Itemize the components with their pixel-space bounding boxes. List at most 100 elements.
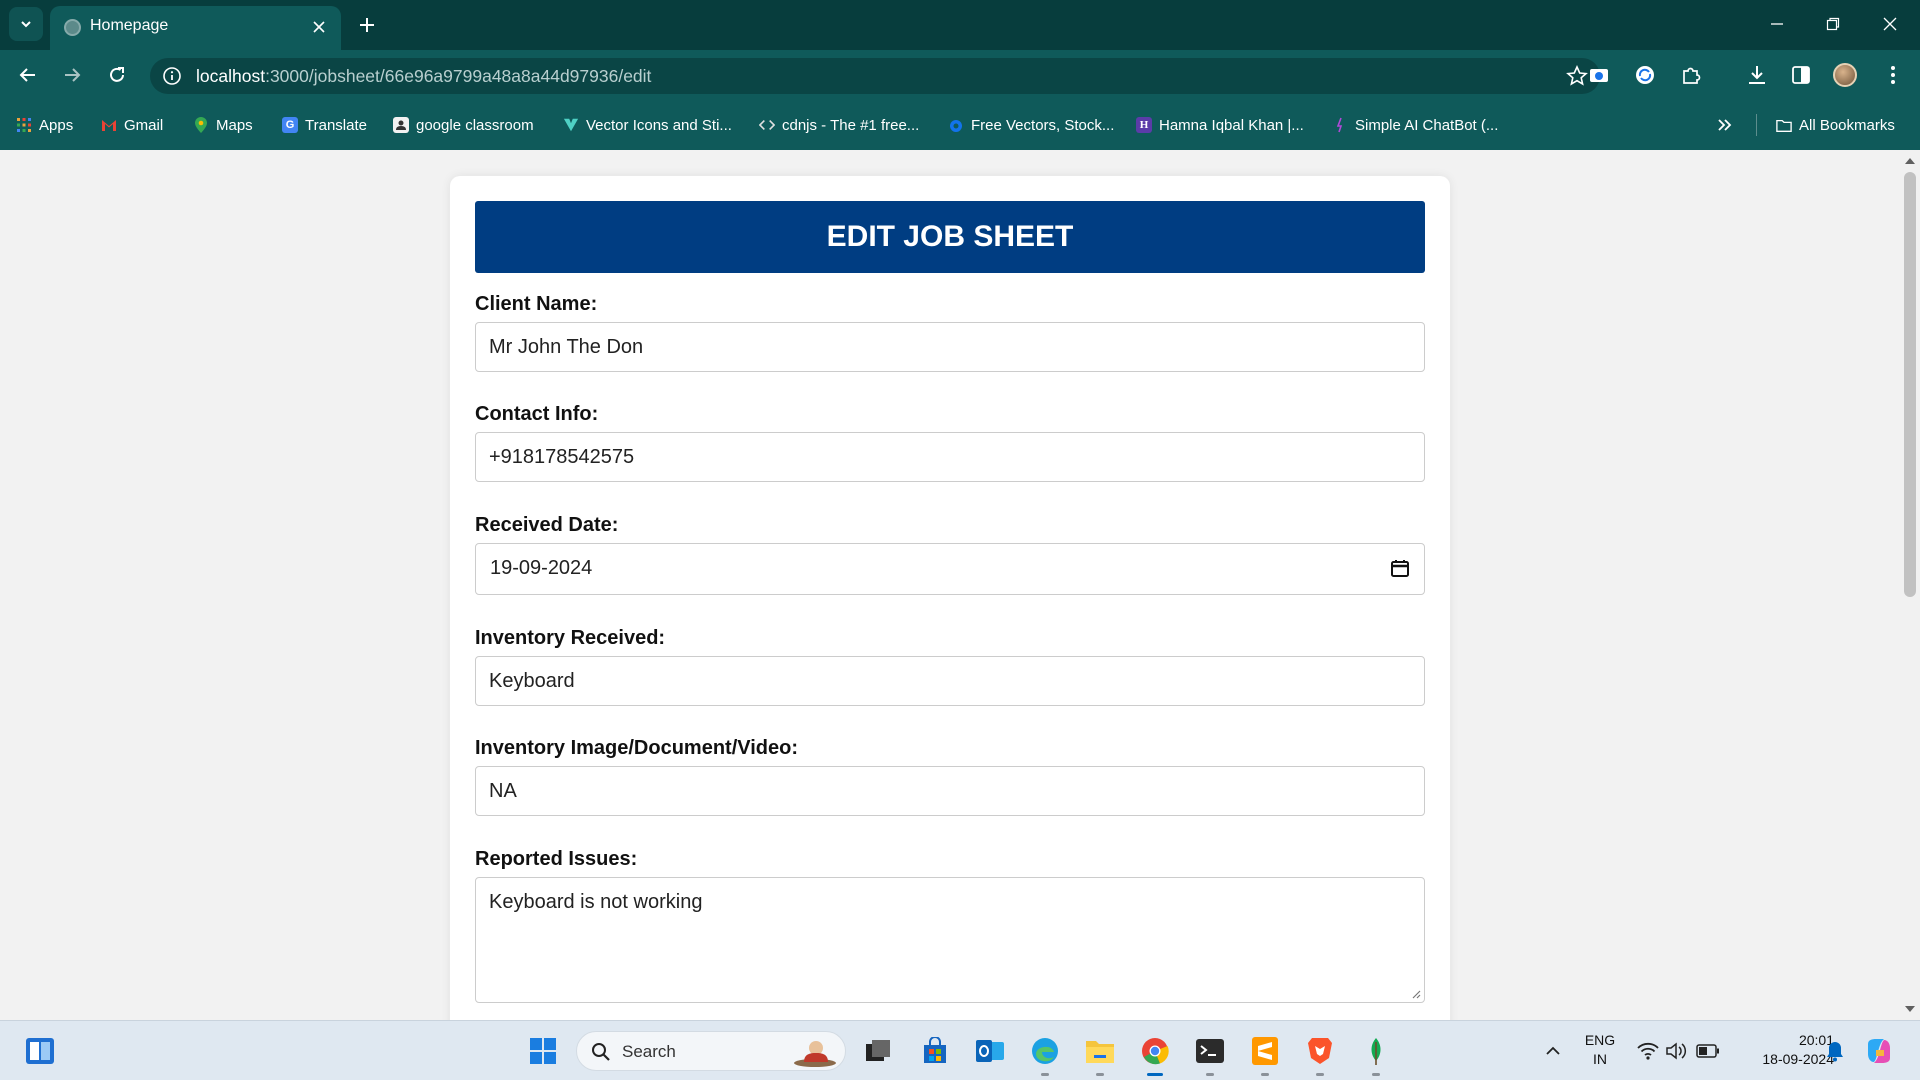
bookmark-label: Free Vectors, Stock... xyxy=(971,116,1115,134)
resize-grip-icon[interactable] xyxy=(1411,989,1421,999)
widgets-button[interactable] xyxy=(24,1035,56,1067)
bookmark-label: google classroom xyxy=(416,116,534,134)
clock-time: 20:01 xyxy=(1798,1032,1834,1048)
reload-button[interactable] xyxy=(100,58,134,92)
inventory-media-label: Inventory Image/Document/Video: xyxy=(475,737,799,759)
vector-icons-icon xyxy=(563,117,579,133)
chevron-down-icon xyxy=(21,21,31,28)
folder-icon xyxy=(1086,1041,1114,1063)
notifications-bell-icon[interactable] xyxy=(1819,1035,1851,1067)
restore-icon xyxy=(1826,17,1840,31)
taskbar-microsoft-store[interactable] xyxy=(919,1035,951,1067)
all-bookmarks-label: All Bookmarks xyxy=(1799,116,1895,134)
double-chevron-right-icon xyxy=(1718,119,1732,131)
taskbar-outlook[interactable] xyxy=(974,1035,1006,1067)
taskbar-sublime-text[interactable] xyxy=(1249,1035,1281,1076)
taskbar-brave[interactable] xyxy=(1304,1035,1336,1076)
calendar-icon[interactable] xyxy=(1390,558,1410,578)
apps-grid-icon xyxy=(16,117,32,133)
reported-issues-textarea[interactable]: Keyboard is not working xyxy=(475,877,1425,1003)
plus-icon xyxy=(360,18,374,32)
taskbar-search-box[interactable]: Search xyxy=(576,1031,846,1071)
taskbar-edge[interactable] xyxy=(1029,1035,1061,1076)
page-scrollbar[interactable] xyxy=(1900,150,1920,1020)
clock-date: 18-09-2024 xyxy=(1762,1051,1834,1067)
taskbar-mongodb-compass[interactable] xyxy=(1360,1035,1392,1076)
inventory-received-value: Keyboard xyxy=(489,670,575,692)
minimize-button[interactable] xyxy=(1759,6,1795,42)
screen-capture-extension-icon[interactable] xyxy=(1584,60,1614,90)
bookmark-free-vectors[interactable]: Free Vectors, Stock... xyxy=(948,115,1114,135)
battery-icon[interactable] xyxy=(1692,1035,1724,1067)
input-language-indicator[interactable]: ENG IN xyxy=(1582,1031,1618,1069)
start-button[interactable] xyxy=(527,1035,559,1067)
taskbar-search-label: Search xyxy=(622,1042,676,1061)
site-info-icon[interactable] xyxy=(162,66,182,86)
running-indicator xyxy=(1261,1073,1269,1076)
bookmark-label: Hamna Iqbal Khan |... xyxy=(1159,116,1304,134)
kebab-menu-icon[interactable] xyxy=(1878,60,1908,90)
new-tab-button[interactable] xyxy=(352,10,382,40)
received-date-input[interactable]: 19-09-2024 xyxy=(475,543,1425,595)
search-highlight-icon xyxy=(794,1041,836,1067)
reported-issues-label: Reported Issues: xyxy=(475,848,638,870)
bookmark-hamna-iqbal-khan[interactable]: H Hamna Iqbal Khan |... xyxy=(1136,115,1304,135)
task-view-button[interactable] xyxy=(862,1035,894,1067)
show-hidden-icons-button[interactable] xyxy=(1537,1035,1569,1067)
inventory-received-label: Inventory Received: xyxy=(475,627,666,649)
active-tab[interactable]: Homepage xyxy=(50,6,341,50)
bookmark-vector-icons[interactable]: Vector Icons and Sti... xyxy=(563,115,732,135)
page-title: EDIT JOB SHEET xyxy=(475,201,1425,273)
bookmark-gmail[interactable]: Gmail xyxy=(101,115,163,135)
bookmark-translate[interactable]: G Translate xyxy=(282,115,367,135)
bookmark-label: Simple AI ChatBot (... xyxy=(1355,116,1499,134)
scroll-up-arrow[interactable] xyxy=(1905,158,1915,164)
downloads-icon[interactable] xyxy=(1742,60,1772,90)
taskbar-terminal[interactable] xyxy=(1194,1035,1226,1076)
scroll-down-arrow[interactable] xyxy=(1905,1006,1915,1012)
address-bar[interactable]: localhost:3000/jobsheet/66e96a9799a48a8a… xyxy=(150,58,1600,94)
inventory-media-input[interactable]: NA xyxy=(475,766,1425,816)
contact-info-input[interactable]: +918178542575 xyxy=(475,432,1425,482)
forward-button[interactable] xyxy=(55,58,89,92)
bookmark-simple-ai-chatbot[interactable]: Simple AI ChatBot (... xyxy=(1332,115,1498,135)
brave-lion-icon xyxy=(1308,1038,1332,1064)
taskbar-file-explorer[interactable] xyxy=(1084,1035,1116,1076)
tab-close-button[interactable] xyxy=(307,15,331,39)
all-bookmarks-button[interactable]: All Bookmarks xyxy=(1776,115,1895,135)
url-host: localhost xyxy=(196,66,266,86)
profile-avatar[interactable] xyxy=(1830,60,1860,90)
edge-icon xyxy=(1032,1038,1058,1064)
bookmark-maps[interactable]: Maps xyxy=(193,115,253,135)
copilot-icon[interactable] xyxy=(1863,1035,1895,1067)
window-close-button[interactable] xyxy=(1872,6,1908,42)
client-name-input[interactable]: Mr John The Don xyxy=(475,322,1425,372)
outlook-icon xyxy=(976,1040,1004,1062)
volume-icon[interactable] xyxy=(1660,1035,1692,1067)
language-code: ENG xyxy=(1584,1032,1616,1048)
sync-extension-icon[interactable] xyxy=(1630,60,1660,90)
scrollbar-thumb[interactable] xyxy=(1904,172,1916,597)
hashnode-icon: H xyxy=(1136,117,1152,133)
taskbar-chrome[interactable] xyxy=(1139,1035,1171,1076)
side-panel-icon[interactable] xyxy=(1786,60,1816,90)
bookmark-google-classroom[interactable]: google classroom xyxy=(393,115,534,135)
reload-icon xyxy=(110,67,124,82)
received-date-label: Received Date: xyxy=(475,514,619,536)
bookmark-cdnjs[interactable]: cdnjs - The #1 free... xyxy=(759,115,919,135)
close-icon xyxy=(313,21,325,33)
bookmark-label: cdnjs - The #1 free... xyxy=(782,116,920,134)
inventory-received-input[interactable]: Keyboard xyxy=(475,656,1425,706)
windows-logo-icon xyxy=(530,1038,556,1064)
arrow-right-icon xyxy=(65,68,81,82)
url-text[interactable]: localhost:3000/jobsheet/66e96a9799a48a8a… xyxy=(196,66,651,87)
back-button[interactable] xyxy=(11,58,45,92)
clock[interactable]: 20:01 18-09-2024 xyxy=(1724,1031,1834,1069)
tab-search-button[interactable] xyxy=(9,7,43,41)
restore-button[interactable] xyxy=(1815,6,1851,42)
bookmarks-overflow-button[interactable] xyxy=(1717,115,1733,135)
browser-tab-strip: Homepage xyxy=(0,0,1920,50)
bookmark-apps[interactable]: Apps xyxy=(16,115,73,135)
extensions-puzzle-icon[interactable] xyxy=(1676,60,1706,90)
active-indicator xyxy=(1147,1073,1163,1076)
